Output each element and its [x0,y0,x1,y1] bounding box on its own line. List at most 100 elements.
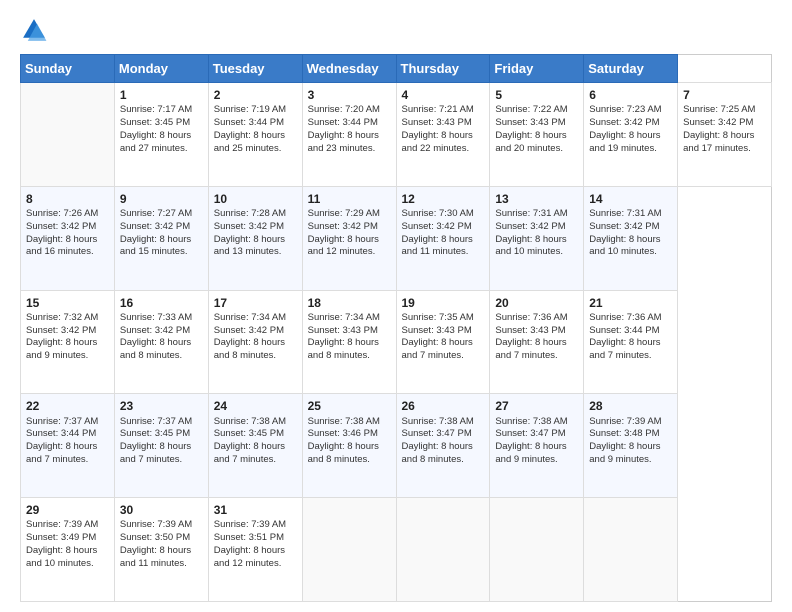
sunset-time: Sunset: 3:47 PM [402,428,472,439]
sunset-time: Sunset: 3:42 PM [589,117,659,128]
calendar-cell: 7Sunrise: 7:25 AMSunset: 3:42 PMDaylight… [678,83,772,187]
sunset-time: Sunset: 3:51 PM [214,532,284,543]
sunrise-time: Sunrise: 7:38 AM [214,416,286,427]
sunrise-time: Sunrise: 7:32 AM [26,312,98,323]
sunrise-time: Sunrise: 7:33 AM [120,312,192,323]
col-header-monday: Monday [114,55,208,83]
day-number: 17 [214,295,297,311]
daylight-hours: Daylight: 8 hours and 17 minutes. [683,130,754,154]
calendar-cell: 9Sunrise: 7:27 AMSunset: 3:42 PMDaylight… [114,186,208,290]
calendar-cell: 10Sunrise: 7:28 AMSunset: 3:42 PMDayligh… [208,186,302,290]
calendar-cell: 31Sunrise: 7:39 AMSunset: 3:51 PMDayligh… [208,498,302,602]
calendar-cell [21,83,115,187]
col-header-wednesday: Wednesday [302,55,396,83]
daylight-hours: Daylight: 8 hours and 11 minutes. [402,234,473,258]
sunrise-time: Sunrise: 7:26 AM [26,208,98,219]
sunrise-time: Sunrise: 7:29 AM [308,208,380,219]
calendar-cell [490,498,584,602]
calendar-header-row: SundayMondayTuesdayWednesdayThursdayFrid… [21,55,772,83]
sunset-time: Sunset: 3:42 PM [120,221,190,232]
daylight-hours: Daylight: 8 hours and 10 minutes. [589,234,660,258]
calendar-cell: 26Sunrise: 7:38 AMSunset: 3:47 PMDayligh… [396,394,490,498]
sunset-time: Sunset: 3:48 PM [589,428,659,439]
daylight-hours: Daylight: 8 hours and 7 minutes. [402,337,473,361]
daylight-hours: Daylight: 8 hours and 23 minutes. [308,130,379,154]
calendar-cell: 22Sunrise: 7:37 AMSunset: 3:44 PMDayligh… [21,394,115,498]
sunset-time: Sunset: 3:42 PM [495,221,565,232]
calendar-week-row: 8Sunrise: 7:26 AM Sunset: 3:42 PM Daylight… [21,186,772,290]
daylight-hours: Daylight: 8 hours and 12 minutes. [308,234,379,258]
sunrise-time: Sunrise: 7:28 AM [214,208,286,219]
sunset-time: Sunset: 3:43 PM [495,325,565,336]
col-header-saturday: Saturday [584,55,678,83]
calendar-cell: 28Sunrise: 7:39 AMSunset: 3:48 PMDayligh… [584,394,678,498]
day-number: 4 [402,87,485,103]
sunset-time: Sunset: 3:47 PM [495,428,565,439]
sunrise-time: Sunrise: 7:20 AM [308,104,380,115]
sunset-time: Sunset: 3:42 PM [214,221,284,232]
calendar-cell: 1Sunrise: 7:17 AMSunset: 3:45 PMDaylight… [114,83,208,187]
day-number: 7 [683,87,766,103]
calendar-cell: 14Sunrise: 7:31 AMSunset: 3:42 PMDayligh… [584,186,678,290]
sunset-time: Sunset: 3:44 PM [308,117,378,128]
day-number: 27 [495,398,578,414]
day-number: 5 [495,87,578,103]
sunrise-time: Sunrise: 7:34 AM [308,312,380,323]
day-number: 14 [589,191,672,207]
sunset-time: Sunset: 3:42 PM [214,325,284,336]
sunset-time: Sunset: 3:45 PM [120,428,190,439]
sunrise-time: Sunrise: 7:39 AM [26,519,98,530]
daylight-hours: Daylight: 8 hours and 9 minutes. [26,337,97,361]
day-number: 25 [308,398,391,414]
logo [20,16,52,44]
day-number: 31 [214,502,297,518]
daylight-hours: Daylight: 8 hours and 11 minutes. [120,545,191,569]
calendar-cell: 21Sunrise: 7:36 AMSunset: 3:44 PMDayligh… [584,290,678,394]
calendar-cell: 6Sunrise: 7:23 AMSunset: 3:42 PMDaylight… [584,83,678,187]
day-number: 12 [402,191,485,207]
daylight-hours: Daylight: 8 hours and 8 minutes. [308,441,379,465]
sunrise-time: Sunrise: 7:30 AM [402,208,474,219]
calendar-week-row: 1Sunrise: 7:17 AMSunset: 3:45 PMDaylight… [21,83,772,187]
day-number: 11 [308,191,391,207]
day-number: 22 [26,398,109,414]
header [20,16,772,44]
sunrise-time: Sunrise: 7:37 AM [120,416,192,427]
calendar-cell [584,498,678,602]
sunrise-time: Sunrise: 7:21 AM [402,104,474,115]
day-number: 2 [214,87,297,103]
calendar-week-row: 15Sunrise: 7:32 AMSunset: 3:42 PMDayligh… [21,290,772,394]
daylight-hours: Daylight: 8 hours and 22 minutes. [402,130,473,154]
sunrise-time: Sunrise: 7:36 AM [589,312,661,323]
calendar-week-row: 29Sunrise: 7:39 AMSunset: 3:49 PMDayligh… [21,498,772,602]
day-number: 26 [402,398,485,414]
calendar-cell: 4Sunrise: 7:21 AMSunset: 3:43 PMDaylight… [396,83,490,187]
day-number: 1 [120,87,203,103]
sunset-time: Sunset: 3:42 PM [683,117,753,128]
calendar-cell: 5Sunrise: 7:22 AMSunset: 3:43 PMDaylight… [490,83,584,187]
daylight-hours: Daylight: 8 hours and 20 minutes. [495,130,566,154]
sunset-time: Sunset: 3:42 PM [120,325,190,336]
sunset-time: Sunset: 3:42 PM [26,221,96,232]
sunset-time: Sunset: 3:42 PM [26,325,96,336]
calendar-cell: 29Sunrise: 7:39 AMSunset: 3:49 PMDayligh… [21,498,115,602]
day-number: 8 [26,191,109,207]
calendar-cell: 25Sunrise: 7:38 AMSunset: 3:46 PMDayligh… [302,394,396,498]
daylight-hours: Daylight: 8 hours and 7 minutes. [214,441,285,465]
sunset-time: Sunset: 3:44 PM [214,117,284,128]
day-number: 29 [26,502,109,518]
calendar-cell: 13Sunrise: 7:31 AMSunset: 3:42 PMDayligh… [490,186,584,290]
daylight-hours: Daylight: 8 hours and 9 minutes. [495,441,566,465]
sunrise-time: Sunrise: 7:31 AM [495,208,567,219]
sunset-time: Sunset: 3:42 PM [589,221,659,232]
calendar-cell: 20Sunrise: 7:36 AMSunset: 3:43 PMDayligh… [490,290,584,394]
col-header-thursday: Thursday [396,55,490,83]
calendar-cell: 12Sunrise: 7:30 AMSunset: 3:42 PMDayligh… [396,186,490,290]
sunrise-time: Sunrise: 7:35 AM [402,312,474,323]
daylight-hours: Daylight: 8 hours and 15 minutes. [120,234,191,258]
daylight-hours: Daylight: 8 hours and 16 minutes. [26,234,97,258]
sunset-time: Sunset: 3:43 PM [495,117,565,128]
sunset-time: Sunset: 3:42 PM [308,221,378,232]
sunset-time: Sunset: 3:50 PM [120,532,190,543]
sunrise-time: Sunrise: 7:37 AM [26,416,98,427]
